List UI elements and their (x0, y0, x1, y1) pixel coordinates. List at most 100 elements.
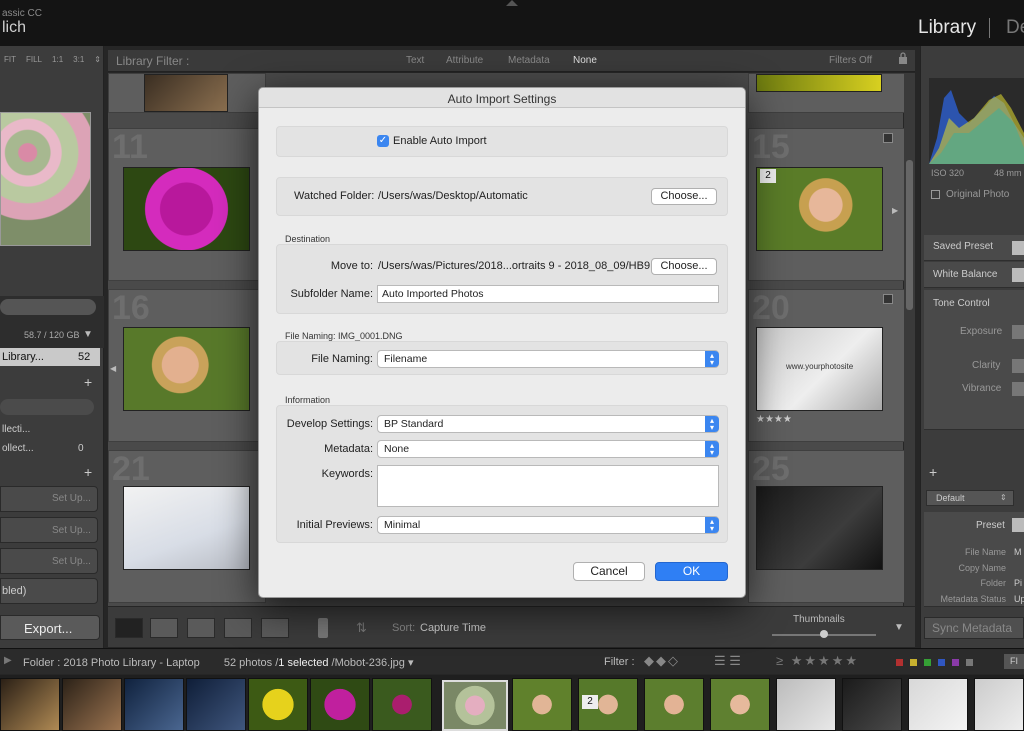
zoom-3-1[interactable]: 3:1 (73, 55, 84, 64)
people-view-icon[interactable] (261, 618, 289, 638)
chevron-right-icon[interactable]: ▶ (892, 206, 898, 215)
add-folder-plus-icon[interactable]: + (84, 374, 92, 390)
zoom-stepper-icon[interactable]: ⇕ (94, 55, 101, 64)
filmstrip-thumb[interactable] (186, 678, 246, 731)
watched-folder-choose-button[interactable]: Choose... (651, 188, 717, 205)
photo-thumbnail[interactable] (123, 327, 250, 411)
filmstrip-file[interactable]: /Mobot-236.jpg (332, 657, 405, 669)
color-label-green[interactable] (924, 659, 931, 666)
thumbnail-size-knob[interactable] (820, 630, 828, 638)
module-library[interactable]: Library (918, 17, 976, 39)
compare-view-icon[interactable] (187, 618, 215, 638)
file-naming-select[interactable]: Filename (377, 350, 719, 368)
collections-filter-field[interactable] (0, 399, 94, 415)
select-arrows-icon[interactable]: ▴ ▾ (705, 441, 719, 457)
zoom-fit[interactable]: FIT (4, 55, 16, 64)
add-publish-plus-icon[interactable]: + (84, 464, 92, 480)
select-arrows-icon[interactable]: ▴ ▾ (705, 351, 719, 367)
color-label-red[interactable] (896, 659, 903, 666)
zoom-1-1[interactable]: 1:1 (52, 55, 63, 64)
original-photo-checkbox[interactable] (931, 190, 940, 199)
filmstrip-thumb[interactable] (776, 678, 836, 731)
sort-direction-icon[interactable]: ⇅ (356, 620, 367, 636)
rating-filter-stars[interactable]: ≥ ★★★★★ (776, 653, 859, 669)
photo-thumbnail[interactable] (144, 74, 228, 112)
spray-can-icon[interactable] (318, 618, 328, 638)
initial-previews-select[interactable]: Minimal (377, 516, 719, 534)
filmstrip-thumb[interactable] (62, 678, 122, 731)
filmstrip-back-icon[interactable]: ▶ (4, 655, 12, 666)
filmstrip-thumb[interactable] (974, 678, 1024, 731)
filter-tab-metadata[interactable]: Metadata (508, 55, 550, 66)
move-to-choose-button[interactable]: Choose... (651, 258, 717, 275)
saved-preset-menu[interactable] (1012, 241, 1024, 255)
rating-stars[interactable]: ★★★★ (756, 414, 792, 425)
photo-thumbnail[interactable] (123, 167, 250, 251)
filmstrip-thumb[interactable] (644, 678, 704, 731)
grid-scroll-thumb[interactable] (906, 160, 913, 310)
filters-off-menu[interactable]: Filters Off (829, 55, 872, 66)
grid-view-icon[interactable] (115, 618, 143, 638)
metadata-select[interactable]: None (377, 440, 719, 458)
filmstrip-thumb[interactable] (710, 678, 770, 731)
photo-thumbnail[interactable] (123, 486, 250, 570)
cell-flag-icon[interactable] (883, 294, 893, 304)
panel-toggle-triangle-icon[interactable] (506, 0, 518, 6)
survey-view-icon[interactable] (224, 618, 252, 638)
photo-thumbnail[interactable] (756, 74, 882, 92)
stack-badge[interactable]: 2 (760, 169, 776, 183)
filter-preset-select[interactable]: FI (1004, 654, 1024, 669)
preset-menu[interactable] (1012, 518, 1024, 532)
select-arrows-icon[interactable]: ▴ ▾ (705, 416, 719, 432)
filmstrip-stack-badge[interactable]: 2 (582, 695, 598, 709)
zoom-fill[interactable]: FILL (26, 55, 42, 64)
meta-folder-value[interactable]: Pi (1014, 578, 1022, 588)
loupe-view-icon[interactable] (150, 618, 178, 638)
meta-file-name-value[interactable]: M (1014, 547, 1022, 557)
color-label-purple[interactable] (952, 659, 959, 666)
filmstrip-folder[interactable]: Folder : 2018 Photo Library - Laptop (23, 657, 200, 669)
collection-item[interactable]: llecti... (2, 424, 30, 435)
select-arrows-icon[interactable]: ▴ ▾ (705, 517, 719, 533)
color-label-yellow[interactable] (910, 659, 917, 666)
clarity-stepper[interactable] (1012, 359, 1024, 373)
filmstrip-thumb[interactable] (124, 678, 184, 731)
filmstrip-thumb[interactable] (908, 678, 968, 731)
filter-tab-attribute[interactable]: Attribute (446, 55, 483, 66)
enable-auto-import-label[interactable]: Enable Auto Import (393, 135, 487, 147)
navigator-preview[interactable] (0, 112, 91, 246)
chevron-left-icon[interactable]: ◀ (110, 364, 116, 373)
flag-filter-icons[interactable]: ◆◆◇ (644, 653, 680, 669)
color-label-blue[interactable] (938, 659, 945, 666)
lock-icon[interactable] (898, 52, 908, 64)
photo-thumbnail[interactable] (756, 486, 883, 570)
keywords-textarea[interactable] (377, 465, 719, 507)
grid-scrollbar[interactable] (904, 73, 915, 606)
vibrance-stepper[interactable] (1012, 382, 1024, 396)
sort-select[interactable]: Capture Time (420, 622, 486, 634)
toolbar-menu-icon[interactable]: ▼ (894, 622, 904, 633)
cancel-button[interactable]: Cancel (573, 562, 645, 581)
filmstrip-thumb[interactable] (512, 678, 572, 731)
cell-flag-icon[interactable] (883, 133, 893, 143)
chevron-down-icon[interactable]: ▾ (408, 657, 414, 669)
filmstrip-thumb-selected[interactable] (442, 680, 508, 731)
exposure-stepper[interactable] (1012, 325, 1024, 339)
filter-tab-none[interactable]: None (573, 55, 597, 66)
white-balance-menu[interactable] (1012, 268, 1024, 282)
filter-sliders-icon[interactable]: ☰ ☰ (714, 653, 741, 669)
develop-settings-select[interactable]: BP Standard (377, 415, 719, 433)
color-label-none[interactable] (966, 659, 973, 666)
module-develop[interactable]: De (1006, 17, 1024, 39)
enable-auto-import-checkbox[interactable]: ✓ (377, 135, 389, 147)
disclosure-down-icon[interactable]: ▼ (83, 329, 93, 340)
filter-tab-text[interactable]: Text (406, 55, 424, 66)
filmstrip-thumb[interactable] (310, 678, 370, 731)
ok-button[interactable]: OK (655, 562, 728, 581)
filmstrip-thumb[interactable] (842, 678, 902, 731)
subfolder-name-input[interactable]: Auto Imported Photos (377, 285, 719, 303)
filmstrip-thumb[interactable] (372, 678, 432, 731)
filmstrip-thumb[interactable] (0, 678, 60, 731)
collection-item[interactable]: ollect... (2, 443, 34, 454)
filmstrip-thumb[interactable] (248, 678, 308, 731)
